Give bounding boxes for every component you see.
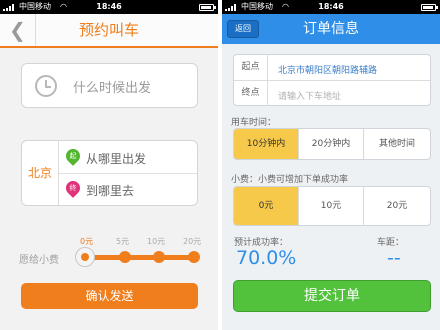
route-card: 北京 起 从哪里出发 终 到哪里去 [21,140,198,206]
back-button[interactable]: 返回 [227,20,259,38]
battery-icon [199,4,216,11]
status-time: 18:46 [318,2,344,11]
success-rate-value: 70.0% [236,247,297,269]
status-bar: 中国移动 ◠ 18:46 [222,0,440,14]
tip-option-20[interactable]: 20元 [364,187,430,225]
submit-order-button[interactable]: 提交订单 [233,280,431,312]
clock-icon [35,75,57,97]
time-option-20min[interactable]: 20分钟内 [299,129,364,159]
status-bar: 中国移动 ◠ 18:46 [0,0,218,14]
time-option-10min[interactable]: 10分钟内 [234,129,299,159]
end-pin-label: 终 [69,184,77,192]
tip-slider-track[interactable] [86,255,195,260]
back-button[interactable]: ❮ [0,14,36,46]
from-field[interactable]: 从哪里出发 [86,150,146,167]
time-label: 用车时间： [231,118,277,128]
start-pin-icon: 起 [63,146,83,166]
start-address-field[interactable]: 北京市朝阳区朝阳路辅路 [278,63,377,76]
battery-icon [421,4,438,11]
status-time: 18:46 [96,2,122,11]
start-label: 起点 [234,55,268,80]
departure-time-picker[interactable]: 什么时候出发 [21,63,198,108]
tip-segmented-control: 0元 10元 20元 [233,186,431,226]
tip-label: 小费：小费可增加下单成功率 [231,175,349,185]
order-info-screen: 中国移动 ◠ 18:46 订单信息 返回 起点 北京市朝阳区朝阳路辅路 终点 请… [222,0,440,330]
tip-mark-20: 20元 [183,237,202,246]
divider [59,173,197,174]
city-selector[interactable]: 北京 [22,141,59,205]
tip-label: 愿给小费 [19,255,59,266]
to-field[interactable]: 到哪里去 [86,182,134,199]
nav-bar: 订单信息 返回 [222,14,440,44]
end-address-input[interactable]: 请输入下车地址 [278,89,341,102]
nav-bar: 预约叫车 ❮ [0,14,218,48]
tip-stop-5[interactable] [119,251,131,263]
end-label: 终点 [234,81,268,106]
tip-stop-20[interactable] [188,251,200,263]
confirm-send-button[interactable]: 确认发送 [21,283,198,309]
tip-mark-5: 5元 [116,237,130,246]
time-option-other[interactable]: 其他时间 [364,129,430,159]
distance-value: -- [387,247,401,269]
tip-stop-10[interactable] [153,251,165,263]
end-pin-icon: 终 [63,178,83,198]
tip-option-10[interactable]: 10元 [299,187,364,225]
reservation-screen: 中国移动 ◠ 18:46 预约叫车 ❮ 什么时候出发 北京 起 从哪里出发 终 … [0,0,218,330]
address-card: 起点 北京市朝阳区朝阳路辅路 终点 请输入下车地址 [233,54,431,106]
time-segmented-control: 10分钟内 20分钟内 其他时间 [233,128,431,160]
tip-mark-10: 10元 [147,237,166,246]
departure-time-prompt: 什么时候出发 [73,81,152,96]
tip-option-0[interactable]: 0元 [234,187,299,225]
tip-slider-handle[interactable] [75,247,95,267]
back-arrow-icon: ❮ [9,18,26,42]
tip-mark-0: 0元 [80,237,94,246]
start-pin-label: 起 [69,152,77,160]
